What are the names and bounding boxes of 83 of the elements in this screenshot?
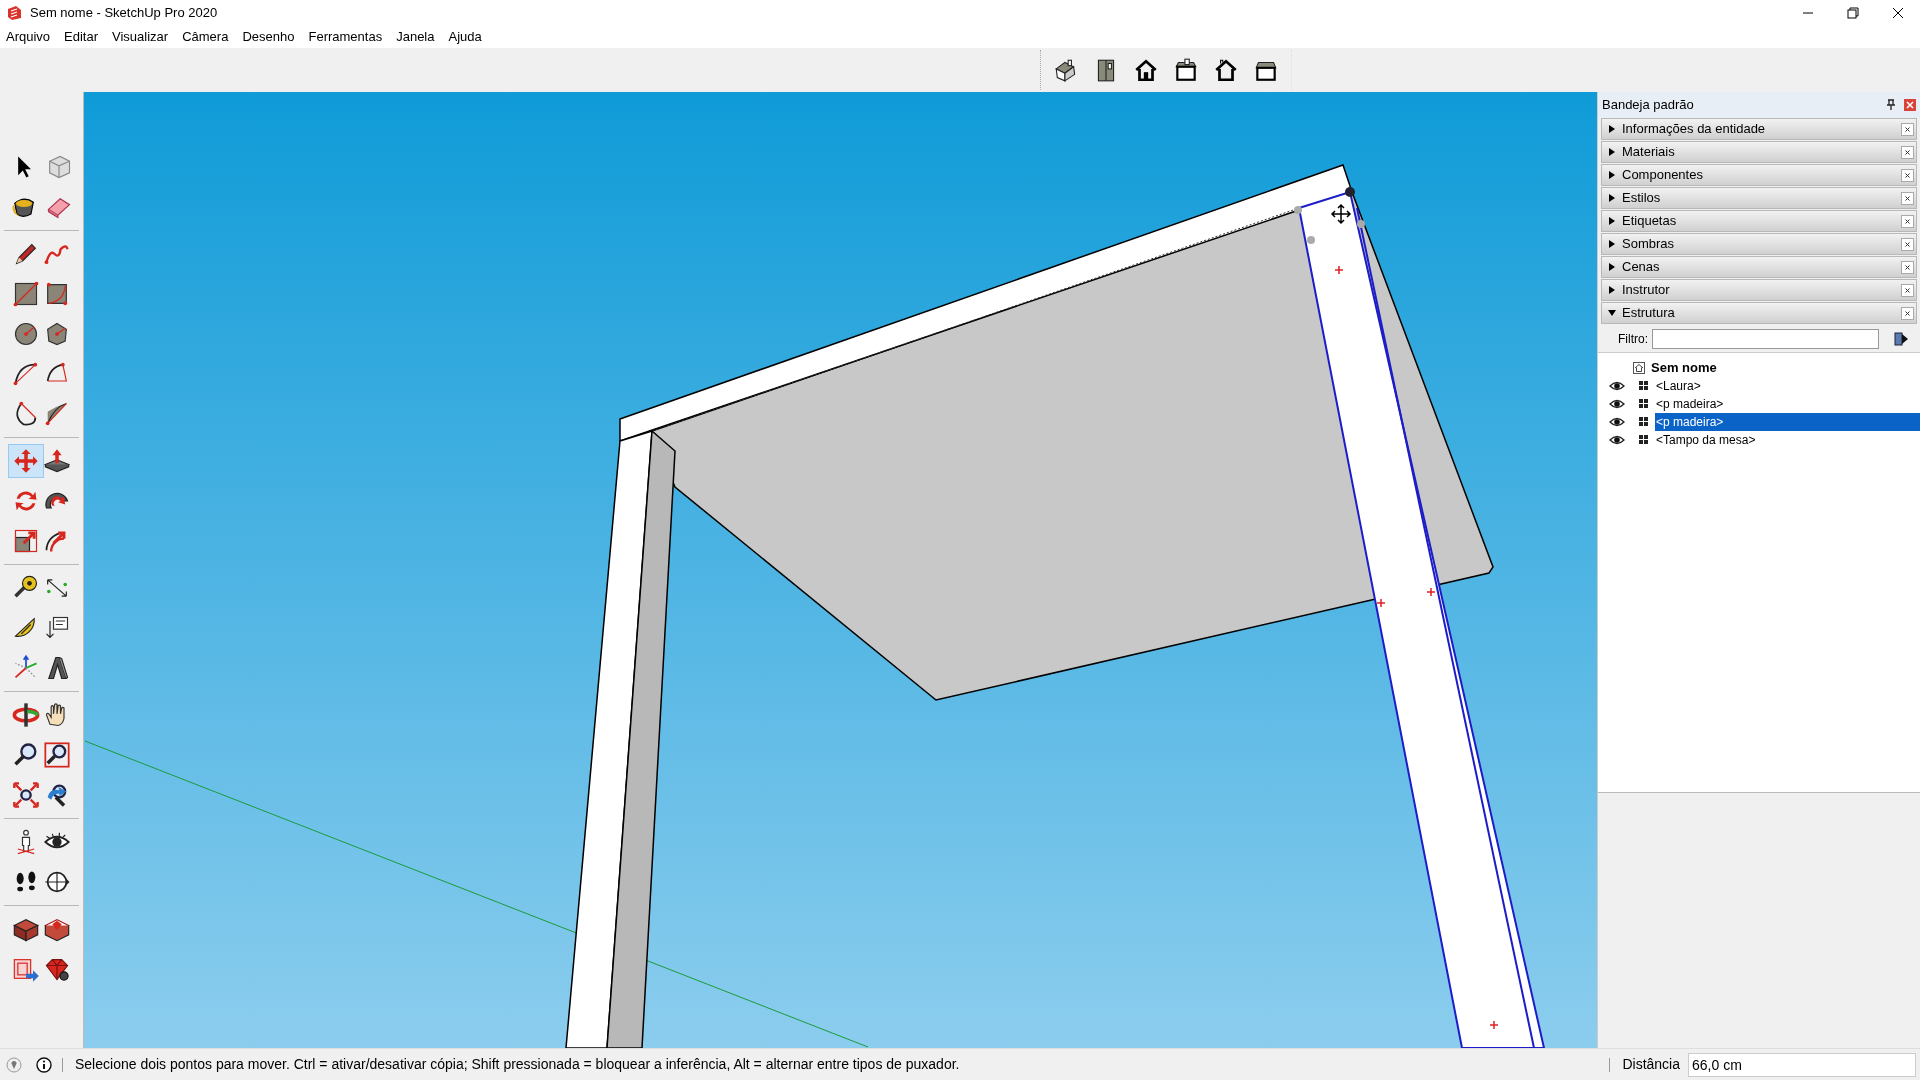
measurements-field[interactable]: 66,0 cm: [1688, 1052, 1916, 1077]
panel-header[interactable]: Informações da entidade: [1601, 118, 1917, 140]
filter-label: Filtro:: [1618, 330, 1648, 348]
close-icon[interactable]: [1901, 260, 1914, 274]
panel-header[interactable]: Sombras: [1601, 233, 1917, 255]
restore-icon[interactable]: [1847, 7, 1859, 19]
panel-title: Componentes: [1622, 166, 1704, 185]
menu-item[interactable]: Desenho: [242, 27, 295, 47]
menu-item[interactable]: Ferramentas: [308, 27, 383, 47]
component-icon: [1639, 399, 1649, 409]
eye-icon[interactable]: [1609, 380, 1625, 392]
pin-icon[interactable]: [1886, 99, 1896, 111]
collapse-triangle-icon: [1608, 309, 1616, 317]
panel-title: Estrutura: [1622, 304, 1676, 323]
menu-item[interactable]: Visualizar: [112, 27, 169, 47]
expand-triangle-icon: [1608, 194, 1616, 202]
details-arrow-icon[interactable]: [1893, 330, 1909, 347]
panel-header[interactable]: Componentes: [1601, 164, 1917, 186]
component-icon: [1639, 435, 1649, 445]
push-pull-icon: [43, 447, 72, 475]
panel-title: Materiais: [1622, 143, 1676, 162]
orbit-icon: [11, 701, 40, 729]
rectangle-icon: [11, 280, 40, 308]
arc-icon: [11, 360, 40, 388]
menu-item[interactable]: Editar: [64, 27, 99, 47]
menu-item[interactable]: Janela: [396, 27, 435, 47]
distance-label: Distância: [1622, 1055, 1680, 1074]
panel-title: Etiquetas: [1622, 212, 1678, 231]
outliner-item[interactable]: <p madeira>: [1655, 395, 1920, 413]
component-icon: [1639, 381, 1649, 391]
panel-header[interactable]: Estrutura: [1601, 302, 1917, 324]
window-title: Sem nome - SketchUp Pro 2020: [30, 4, 218, 23]
close-icon[interactable]: [1901, 145, 1914, 159]
eye-icon[interactable]: [1609, 398, 1625, 410]
close-icon[interactable]: [1901, 283, 1914, 297]
panel-title: Cenas: [1622, 258, 1661, 277]
close-icon[interactable]: [1901, 306, 1914, 320]
zoom-extents-icon: [11, 781, 40, 809]
right-house-icon[interactable]: [1173, 57, 1199, 83]
outliner-item[interactable]: <Tampo da mesa>: [1655, 431, 1920, 449]
menu-item[interactable]: Câmera: [182, 27, 229, 47]
menu-item[interactable]: Ajuda: [448, 27, 482, 47]
eye-icon[interactable]: [1609, 416, 1625, 428]
move-cursor-icon: [1330, 203, 1352, 225]
panel-title: Informações da entidade: [1622, 120, 1767, 139]
expand-triangle-icon: [1608, 286, 1616, 294]
back-house-icon[interactable]: [1213, 57, 1239, 83]
outliner-item[interactable]: <p madeira>: [1655, 413, 1920, 431]
outliner-root[interactable]: Sem nome: [1651, 358, 1717, 378]
model-icon: [1633, 362, 1645, 374]
panel-title: Instrutor: [1622, 281, 1671, 300]
filter-field[interactable]: [1652, 328, 1879, 349]
panel-header[interactable]: Etiquetas: [1601, 210, 1917, 232]
status-message: Selecione dois pontos para mover. Ctrl = ativar/desativar cópia; Shift pressionada = bloquear a inferência, Alt = alternar entre tipos de puxador.: [75, 1055, 960, 1074]
expand-triangle-icon: [1608, 171, 1616, 179]
close-icon[interactable]: [1901, 237, 1914, 251]
expand-triangle-icon: [1608, 125, 1616, 133]
expand-triangle-icon: [1608, 217, 1616, 225]
eye-icon[interactable]: [1609, 434, 1625, 446]
panel-title: Estilos: [1622, 189, 1662, 208]
panel-header[interactable]: Instrutor: [1601, 279, 1917, 301]
menu-item[interactable]: Arquivo: [6, 27, 51, 47]
close-icon[interactable]: [1901, 191, 1914, 205]
panel-header[interactable]: Estilos: [1601, 187, 1917, 209]
close-icon[interactable]: [1892, 7, 1904, 19]
close-icon[interactable]: [1901, 122, 1914, 136]
app-logo-icon: [6, 5, 22, 21]
close-icon[interactable]: [1901, 168, 1914, 182]
front-house-icon[interactable]: [1133, 57, 1159, 83]
panel-header[interactable]: Cenas: [1601, 256, 1917, 278]
info-icon[interactable]: [36, 1056, 52, 1073]
location-pin-icon[interactable]: [6, 1056, 22, 1073]
zoom-window-icon: [43, 741, 72, 769]
expand-triangle-icon: [1608, 263, 1616, 271]
panel-header[interactable]: Materiais: [1601, 141, 1917, 163]
expand-triangle-icon: [1608, 240, 1616, 248]
move-arrows-tool-button[interactable]: [7, 444, 44, 478]
panel-title: Sombras: [1622, 235, 1676, 254]
expand-triangle-icon: [1608, 148, 1616, 156]
outliner-item[interactable]: <Laura>: [1655, 377, 1920, 395]
component-icon: [1639, 417, 1649, 427]
tray-title: Bandeja padrão: [1602, 96, 1695, 115]
close-icon[interactable]: [1901, 214, 1914, 228]
